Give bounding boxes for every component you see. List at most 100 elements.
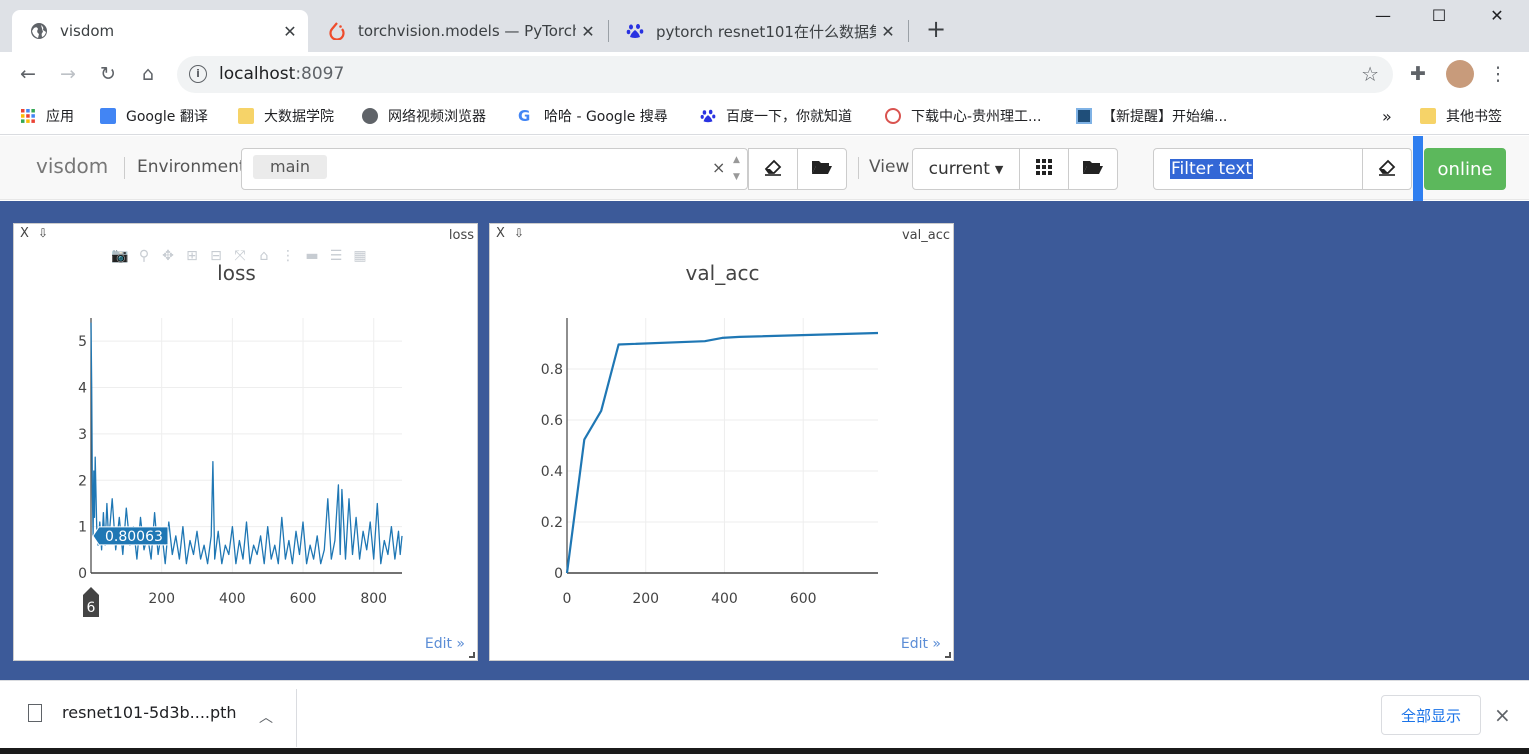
y-tick-label: 0.8 — [541, 362, 563, 378]
baidu-paw-icon — [700, 108, 716, 124]
bookmark-label: 大数据学院 — [264, 109, 334, 125]
pane-val-acc[interactable]: X ⇩ val_acc val_acc 0 0.2 0.4 0.6 0.8 0 200 400 6… — [489, 223, 954, 661]
bookmark-google-translate[interactable]: Google 翻译 — [100, 106, 208, 126]
manage-environments-button[interactable] — [797, 148, 847, 190]
y-tick-label: 1 — [78, 520, 87, 536]
clear-environment-button[interactable] — [748, 148, 798, 190]
x-tick-label: 0 — [563, 591, 572, 607]
tab-baidu[interactable]: pytorch resnet101在什么数据集 ✕ — [608, 10, 906, 52]
profile-avatar[interactable] — [1446, 60, 1474, 88]
bookmark-baidu[interactable]: 百度一下，你就知道 — [700, 106, 852, 126]
bookmark-label: 【新提醒】开始编... — [1102, 109, 1228, 125]
window-close-icon[interactable]: ✕ — [1474, 6, 1520, 30]
bookmark-new-reminder[interactable]: 【新提醒】开始编... — [1076, 106, 1227, 126]
bookmark-label: Google 翻译 — [126, 109, 208, 125]
bookmarks-bar: 应用 Google 翻译 大数据学院 网络视频浏览器 G 哈哈 - Google… — [0, 97, 1529, 135]
filter-text-input[interactable]: Filter text — [1153, 148, 1363, 190]
clear-environment-icon[interactable]: × — [712, 158, 725, 177]
x-tick-label: 400 — [711, 591, 738, 607]
visdom-brand[interactable]: visdom — [36, 154, 108, 178]
resize-handle-icon[interactable] — [945, 652, 951, 658]
eraser-icon — [1377, 158, 1397, 181]
maximize-icon[interactable]: ☐ — [1416, 6, 1462, 30]
y-tick-label: 0 — [554, 566, 563, 582]
bookmark-download-center[interactable]: 下载中心-贵州理工... — [885, 106, 1041, 126]
bookmark-label: 哈哈 - Google 搜尋 — [544, 109, 668, 125]
val-acc-chart[interactable]: val_acc 0 0.2 0.4 0.6 0.8 0 200 400 600 — [490, 224, 953, 660]
navbar-divider — [858, 157, 859, 179]
view-select-value: current — [928, 159, 990, 179]
clear-filter-button[interactable] — [1362, 148, 1412, 190]
apps-grid-icon — [20, 108, 36, 124]
folder-icon — [1420, 108, 1436, 124]
minimize-icon[interactable]: — — [1360, 6, 1406, 30]
view-label: View — [869, 157, 910, 177]
bookmark-label: 下载中心-贵州理工... — [911, 109, 1042, 125]
x-tick-label: 600 — [790, 591, 817, 607]
resize-handle-icon[interactable] — [469, 652, 475, 658]
environment-chip[interactable]: main — [253, 155, 327, 179]
environment-spinner-icon[interactable]: ▲ ▼ — [733, 152, 740, 186]
repack-grid-button[interactable] — [1019, 148, 1069, 190]
tab-torchvision[interactable]: torchvision.models — PyTorch ✕ — [310, 10, 606, 52]
connection-status-button[interactable]: online — [1424, 148, 1506, 190]
bookmark-other-folder[interactable]: 其他书签 — [1420, 106, 1502, 126]
home-icon[interactable]: ⌂ — [136, 62, 160, 86]
eraser-icon — [763, 158, 783, 181]
globe-icon — [30, 22, 48, 40]
tab-title: pytorch resnet101在什么数据集 — [656, 22, 876, 41]
x-tick-label: 600 — [290, 591, 317, 607]
download-divider — [296, 689, 297, 747]
y-tick-label: 0.6 — [541, 413, 563, 429]
manage-views-button[interactable] — [1068, 148, 1118, 190]
pane-loss[interactable]: X ⇩ loss 📷 ⚲ ✥ ⊞ ⊟ ⤧ ⌂ ⋮ ▬ ☰ ▦ loss 0 1 2 3 4… — [13, 223, 478, 661]
reload-icon[interactable]: ↻ — [96, 62, 120, 86]
tab-divider — [908, 20, 909, 42]
tab-close-icon[interactable]: ✕ — [876, 22, 900, 41]
loss-chart[interactable]: loss 0 1 2 3 4 5 200 400 600 800 0.80063 6 — [14, 224, 477, 660]
url-text[interactable]: localhost:8097 — [219, 64, 344, 84]
tab-visdom[interactable]: visdom ✕ — [12, 10, 308, 52]
bookmark-apps[interactable]: 应用 — [20, 106, 74, 126]
tooltip-value: 0.80063 — [105, 529, 163, 545]
site-info-icon[interactable]: i — [189, 65, 207, 83]
pytorch-icon — [328, 22, 346, 40]
new-tab-button[interactable]: + — [924, 17, 948, 43]
close-download-shelf-icon[interactable]: × — [1494, 703, 1511, 727]
extensions-puzzle-icon[interactable]: ✚ — [1406, 62, 1430, 86]
edit-link[interactable]: Edit » — [425, 636, 465, 652]
forward-arrow-icon[interactable]: → — [56, 62, 80, 86]
tab-close-icon[interactable]: ✕ — [278, 22, 302, 41]
environment-label: Environment — [137, 157, 246, 177]
hover-tooltip: 0.80063 — [92, 526, 169, 546]
download-item[interactable]: resnet101-5d3b....pth — [28, 703, 237, 722]
bookmark-label: 应用 — [46, 109, 74, 125]
x-tick-label: 200 — [632, 591, 659, 607]
site-logo-icon — [1076, 108, 1092, 124]
environment-select[interactable]: main × ▲ ▼ — [241, 148, 748, 190]
bookmark-google-search[interactable]: G 哈哈 - Google 搜尋 — [518, 106, 668, 126]
bookmark-label: 百度一下，你就知道 — [726, 109, 852, 125]
chevron-up-icon[interactable]: ︿ — [259, 707, 273, 727]
bookmark-star-icon[interactable]: ☆ — [1361, 62, 1379, 86]
edit-link[interactable]: Edit » — [901, 636, 941, 652]
back-arrow-icon[interactable]: ← — [16, 62, 40, 86]
university-logo-icon — [885, 108, 901, 124]
tab-close-icon[interactable]: ✕ — [576, 22, 600, 41]
translate-icon — [100, 108, 116, 124]
y-tick-label: 5 — [78, 334, 87, 350]
bookmarks-overflow-chevron[interactable]: » — [1382, 106, 1392, 126]
folder-open-icon — [811, 158, 833, 181]
bookmark-video-browser[interactable]: 网络视频浏览器 — [362, 106, 486, 126]
view-select[interactable]: current ▼ — [912, 148, 1020, 190]
y-tick-label: 0.2 — [541, 515, 563, 531]
address-bar[interactable]: i localhost:8097 ☆ — [177, 56, 1393, 93]
folder-icon — [238, 108, 254, 124]
x-hover-label: 6 — [87, 600, 96, 616]
bookmark-folder-bigdata[interactable]: 大数据学院 — [238, 106, 334, 126]
download-filename: resnet101-5d3b....pth — [62, 703, 237, 722]
show-all-downloads-button[interactable]: 全部显示 — [1381, 695, 1481, 735]
file-icon — [28, 703, 42, 722]
more-menu-icon[interactable]: ⋮ — [1486, 62, 1510, 86]
google-g-icon: G — [518, 107, 531, 125]
